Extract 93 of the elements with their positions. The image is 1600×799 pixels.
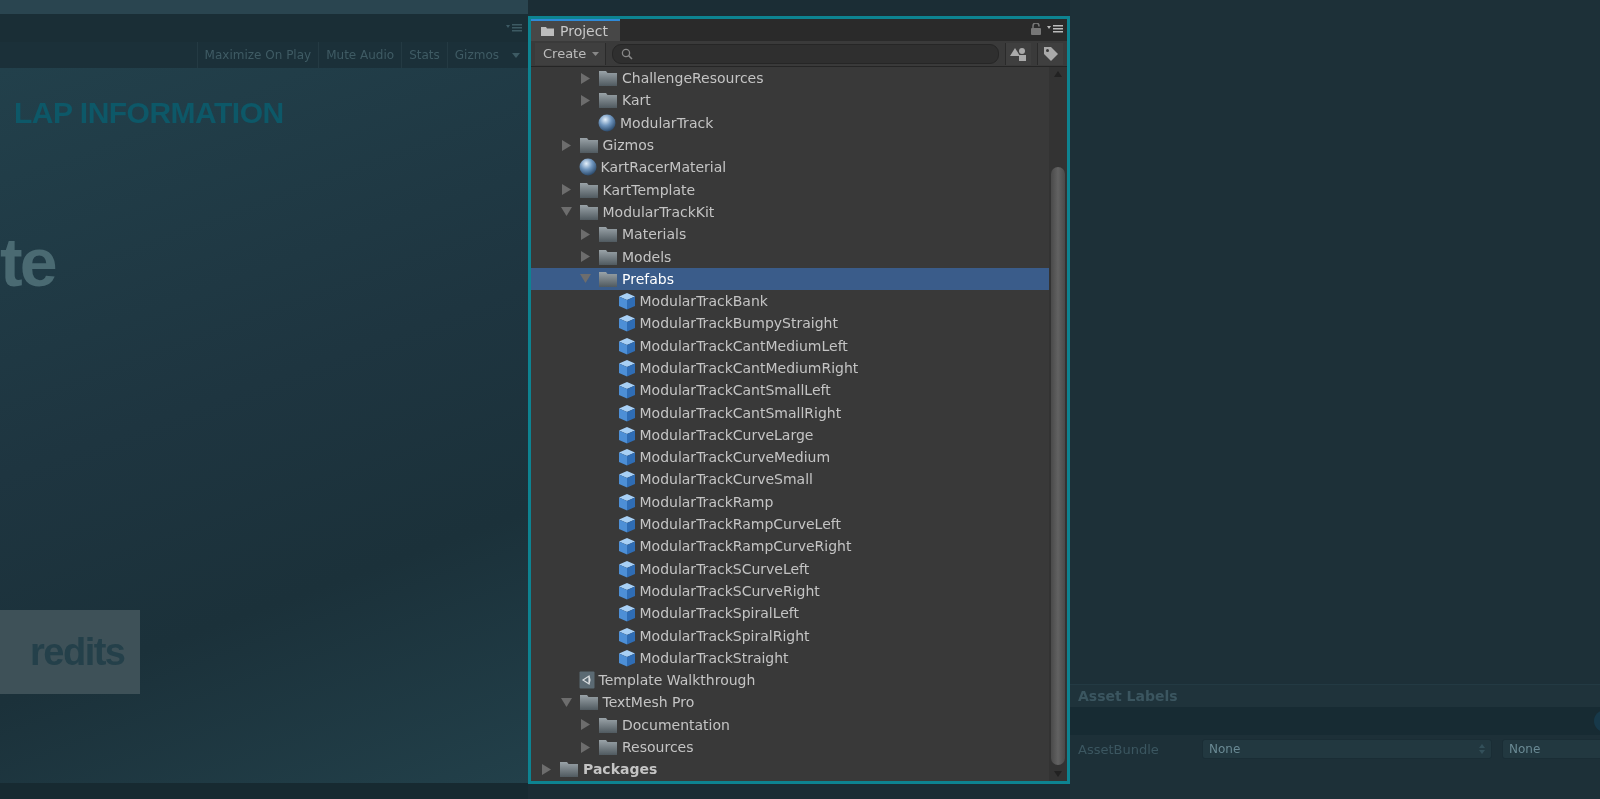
tree-item[interactable]: ModularTrackCurveLarge — [531, 423, 1049, 447]
folder-icon — [578, 181, 599, 198]
tree-item[interactable]: ModularTrack — [531, 111, 1049, 134]
cube-icon — [617, 604, 636, 623]
collapsed-arrow-icon[interactable] — [580, 72, 591, 84]
unity-document-icon — [578, 671, 595, 690]
collapsed-arrow-icon[interactable] — [560, 139, 572, 151]
tree-item[interactable]: ModularTrackKit — [531, 200, 1049, 224]
tree-item[interactable]: ModularTrackSpiralLeft — [531, 602, 1049, 625]
collapsed-arrow-icon[interactable] — [580, 719, 591, 731]
tree-item[interactable]: Template Walkthrough — [531, 669, 1049, 692]
lock-icon[interactable] — [1031, 23, 1041, 35]
filter-by-type-button[interactable] — [1005, 42, 1031, 65]
tree-item[interactable]: ModularTrackCantMediumRight — [531, 356, 1049, 380]
asset-bundle-dropdown[interactable]: None — [1502, 739, 1600, 759]
cube-icon — [617, 359, 636, 377]
tree-item[interactable]: ModularTrackSCurveLeft — [531, 557, 1049, 580]
project-tab[interactable]: Project — [531, 19, 620, 41]
cube-icon — [617, 492, 636, 511]
expanded-arrow-icon[interactable] — [580, 273, 591, 285]
cube-icon — [617, 581, 636, 600]
folder-icon — [598, 226, 618, 243]
tree-item[interactable]: ModularTrackCurveMedium — [531, 446, 1049, 469]
search-field[interactable] — [612, 43, 999, 64]
cube-icon — [617, 515, 636, 534]
tree-item[interactable]: ModularTrackStraight — [531, 646, 1049, 669]
collapsed-arrow-icon[interactable] — [580, 741, 591, 753]
sphere-icon — [578, 158, 597, 177]
tree-item[interactable]: ModularTrackSpiralRight — [531, 624, 1049, 647]
cube-icon — [617, 448, 636, 467]
folder-icon — [598, 270, 618, 287]
collapsed-arrow-icon[interactable] — [580, 228, 591, 240]
folder-icon — [598, 716, 618, 733]
tree-item[interactable]: Documentation — [531, 713, 1049, 736]
collapsed-arrow-icon[interactable] — [541, 763, 552, 775]
search-icon — [621, 47, 634, 60]
create-button[interactable]: Create — [535, 42, 607, 65]
cube-icon — [617, 314, 636, 333]
tag-icon — [1042, 45, 1059, 62]
up-down-arrows-icon — [1479, 744, 1485, 754]
cube-icon — [617, 292, 636, 311]
caret-icon — [592, 51, 600, 56]
sphere-icon — [598, 113, 616, 132]
folder-icon — [598, 248, 618, 265]
tree-item[interactable]: Models — [531, 245, 1049, 268]
folder-icon — [578, 137, 599, 154]
tree-item[interactable]: Resources — [531, 735, 1049, 759]
tree-item[interactable]: ModularTrackCantMediumLeft — [531, 334, 1049, 357]
tree-item[interactable]: Prefabs — [531, 267, 1049, 290]
folder-icon — [578, 694, 599, 711]
tree-item[interactable]: TextMesh Pro — [531, 691, 1049, 714]
tree-item[interactable]: Materials — [531, 223, 1049, 246]
tree-item[interactable]: Packages — [531, 758, 1049, 781]
tree-item[interactable]: Kart — [531, 89, 1049, 112]
tree-item[interactable]: ModularTrackBank — [531, 289, 1049, 313]
expanded-arrow-icon[interactable] — [560, 696, 572, 708]
tree-item[interactable]: KartRacerMaterial — [531, 156, 1049, 179]
tree-item[interactable]: KartTemplate — [531, 178, 1049, 201]
tree-item[interactable]: ChallengeResources — [531, 67, 1049, 90]
cube-icon — [617, 537, 636, 556]
collapsed-arrow-icon[interactable] — [580, 94, 591, 106]
scrollbar[interactable] — [1049, 67, 1067, 781]
shapes-icon — [1009, 46, 1028, 61]
tree-item[interactable]: ModularTrackRampCurveLeft — [531, 512, 1049, 536]
tree-item[interactable]: ModularTrackCantSmallLeft — [531, 379, 1049, 402]
collapsed-arrow-icon[interactable] — [580, 251, 591, 262]
filter-by-label-button[interactable] — [1037, 42, 1063, 65]
cube-icon — [617, 425, 636, 444]
folder-icon — [598, 739, 618, 756]
cube-icon — [617, 403, 636, 422]
collapsed-arrow-icon[interactable] — [560, 184, 572, 196]
folder-icon — [598, 92, 618, 109]
cube-icon — [617, 559, 636, 578]
caret-icon[interactable] — [512, 52, 520, 58]
menu-icon[interactable] — [1047, 25, 1063, 33]
asset-bundle-dropdown[interactable]: None — [1202, 739, 1492, 759]
folder-icon — [559, 761, 579, 778]
tree-item[interactable]: ModularTrackBumpyStraight — [531, 312, 1049, 335]
folder-icon — [598, 70, 618, 87]
cube-icon — [617, 648, 636, 667]
tree-item[interactable]: ModularTrackCantSmallRight — [531, 401, 1049, 424]
folder-icon — [541, 26, 554, 36]
folder-icon — [578, 203, 599, 220]
tree-item[interactable]: Gizmos — [531, 133, 1049, 157]
expanded-arrow-icon[interactable] — [560, 206, 572, 218]
cube-icon — [617, 626, 636, 645]
tree-item[interactable]: ModularTrackSCurveRight — [531, 579, 1049, 603]
tree-item[interactable]: ModularTrackRamp — [531, 490, 1049, 513]
cube-icon — [617, 381, 636, 400]
cube-icon — [617, 336, 636, 355]
tree-item[interactable]: ModularTrackCurveSmall — [531, 468, 1049, 491]
cube-icon — [617, 470, 636, 489]
tree-item[interactable]: ModularTrackRampCurveRight — [531, 535, 1049, 558]
